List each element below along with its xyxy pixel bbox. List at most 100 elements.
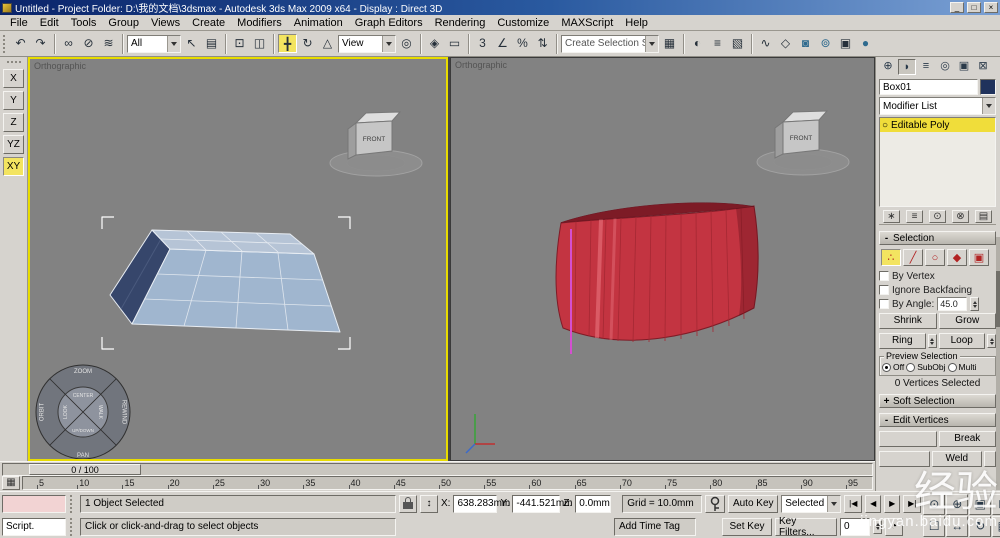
orbit-icon[interactable]: ↻ (969, 515, 992, 537)
polygon-subobject-button[interactable]: ◆ (947, 249, 967, 266)
select-by-name-icon[interactable]: ▤ (202, 34, 221, 53)
show-end-result-icon[interactable]: ≡ (906, 210, 923, 223)
rendered-frame-window-icon[interactable]: ▣ (836, 34, 855, 53)
element-subobject-button[interactable]: ▣ (969, 249, 989, 266)
select-and-rotate-icon[interactable]: ↻ (298, 34, 317, 53)
wheel-walk-label[interactable]: WALK (97, 405, 103, 420)
edit-vertices-left-button[interactable] (879, 431, 937, 447)
previous-frame-button[interactable]: ◀ (865, 494, 882, 513)
maximize-button[interactable]: □ (967, 2, 981, 13)
minimize-button[interactable]: _ (950, 2, 964, 13)
wheel-look-label[interactable]: LOOK (63, 404, 69, 419)
tab-hierarchy[interactable]: ≡ (917, 59, 935, 75)
redo-icon[interactable]: ↷ (31, 34, 50, 53)
snaps-toggle-icon[interactable]: 3 (473, 34, 492, 53)
key-selection-dropdown[interactable]: Selected (781, 494, 842, 513)
menu-customize[interactable]: Customize (491, 16, 555, 30)
statusbar-grip[interactable] (70, 494, 74, 513)
material-editor-icon[interactable]: ◙ (796, 34, 815, 53)
edit-vertices-left-button[interactable] (879, 451, 930, 467)
wheel-zoom-label[interactable]: ZOOM (74, 369, 92, 375)
mirror-icon[interactable]: ◐ (688, 34, 707, 53)
vertex-subobject-button[interactable]: ∴ (881, 249, 901, 266)
pin-stack-icon[interactable]: ∗ (883, 210, 900, 223)
time-slider-handle[interactable]: 0 / 100 (29, 463, 141, 475)
restrict-xy-button[interactable]: XY (3, 157, 24, 176)
toolbar-grip[interactable] (3, 34, 7, 53)
rollout-selection[interactable]: - Selection (879, 231, 996, 245)
pan-icon[interactable]: ↔ (946, 515, 969, 537)
zoom-icon[interactable]: ⊙ (923, 493, 946, 515)
menu-edit[interactable]: Edit (34, 16, 65, 30)
ring-spinner[interactable] (927, 334, 937, 348)
menu-views[interactable]: Views (145, 16, 186, 30)
mini-curve-editor-button[interactable]: ▦ (2, 476, 20, 490)
rollout-edit-vertices[interactable]: - Edit Vertices (879, 413, 996, 427)
modifier-stack[interactable]: ○ Editable Poly (879, 117, 996, 207)
menu-graph-editors[interactable]: Graph Editors (349, 16, 429, 30)
loop-spinner[interactable] (987, 334, 996, 348)
use-pivot-point-center-icon[interactable]: ◎ (397, 34, 416, 53)
menu-modifiers[interactable]: Modifiers (231, 16, 288, 30)
menu-rendering[interactable]: Rendering (429, 16, 492, 30)
time-configuration-button[interactable]: ◔ (885, 517, 903, 536)
edge-subobject-button[interactable]: ╱ (903, 249, 923, 266)
menu-group[interactable]: Group (102, 16, 145, 30)
absolute-mode-toggle[interactable]: ↕ (420, 494, 438, 513)
viewport-label[interactable]: Orthographic (34, 61, 86, 71)
maxscript-mini-listener[interactable]: Script. (2, 517, 66, 536)
configure-modifier-sets-icon[interactable]: ▤ (975, 210, 992, 223)
wheel-center-label[interactable]: CENTER (73, 393, 94, 399)
by-angle-checkbox[interactable] (879, 299, 889, 309)
undo-icon[interactable]: ↶ (11, 34, 30, 53)
tab-display[interactable]: ▣ (955, 59, 973, 75)
preview-off-radio[interactable] (882, 362, 891, 372)
menu-animation[interactable]: Animation (288, 16, 349, 30)
set-key-button[interactable]: Set Key (722, 517, 772, 536)
object-color-swatch[interactable] (980, 79, 996, 95)
red-mesh[interactable] (555, 202, 759, 354)
wheel-orbit-label[interactable]: ORBIT (40, 403, 46, 422)
preview-subobj-radio[interactable] (906, 362, 916, 372)
object-name-field[interactable]: Box01 (879, 79, 978, 95)
weld-settings-button[interactable] (984, 451, 996, 467)
viewport-left[interactable]: Orthographic FRONT ZOOM PAN ORBIT REWIND… (28, 57, 448, 461)
break-button[interactable]: Break (938, 431, 996, 447)
angle-snap-icon[interactable]: ∠ (493, 34, 512, 53)
preview-multi-radio[interactable] (947, 362, 957, 372)
tab-create[interactable]: ⊕ (879, 59, 897, 75)
select-and-manipulate-icon[interactable]: ◈ (425, 34, 444, 53)
quick-render-icon[interactable]: ● (856, 34, 875, 53)
close-button[interactable]: × (984, 2, 998, 13)
loop-button[interactable]: Loop (938, 333, 985, 349)
restrict-z-button[interactable]: Z (3, 113, 24, 132)
viewcube[interactable]: FRONT (756, 110, 850, 176)
unlink-selection-icon[interactable]: ⊘ (79, 34, 98, 53)
wheel-pan-label[interactable]: PAN (77, 453, 89, 459)
wheel-rewind-label[interactable]: REWIND (121, 400, 127, 425)
keyboard-shortcut-override-icon[interactable]: ▭ (445, 34, 464, 53)
lightbulb-icon[interactable]: ○ (882, 120, 888, 131)
ignore-backfacing-checkbox[interactable] (879, 285, 889, 295)
restrict-y-button[interactable]: Y (3, 91, 24, 110)
schematic-view-icon[interactable]: ◇ (776, 34, 795, 53)
rectangular-selection-region-icon[interactable]: ⊡ (230, 34, 249, 53)
select-object-icon[interactable]: ↖ (182, 34, 201, 53)
command-panel-scrollbar[interactable] (996, 237, 1000, 490)
selection-lock-toggle[interactable] (399, 494, 417, 513)
viewcube-front-label[interactable]: FRONT (790, 135, 812, 142)
selection-filter-dropdown[interactable]: All (127, 34, 181, 53)
menu-maxscript[interactable]: MAXScript (555, 16, 619, 30)
align-icon[interactable]: ≡ (708, 34, 727, 53)
reference-coordinate-dropdown[interactable]: View (338, 34, 396, 53)
menu-create[interactable]: Create (186, 16, 231, 30)
select-and-move-icon[interactable]: ╋ (278, 34, 297, 53)
y-coordinate-field[interactable]: -441.521mm (512, 494, 573, 513)
maximize-viewport-toggle-icon[interactable]: ▦ (992, 515, 1000, 537)
tab-utilities[interactable]: ⊠ (974, 59, 992, 75)
steering-wheel[interactable]: ZOOM PAN ORBIT REWIND CENTER WALK UP/DOW… (35, 364, 131, 459)
by-angle-field[interactable]: 45.0 (937, 297, 968, 311)
by-angle-spinner[interactable] (970, 297, 980, 311)
wheel-updown-label[interactable]: UP/DOWN (72, 428, 94, 433)
spinner-snap-icon[interactable]: ⇅ (533, 34, 552, 53)
